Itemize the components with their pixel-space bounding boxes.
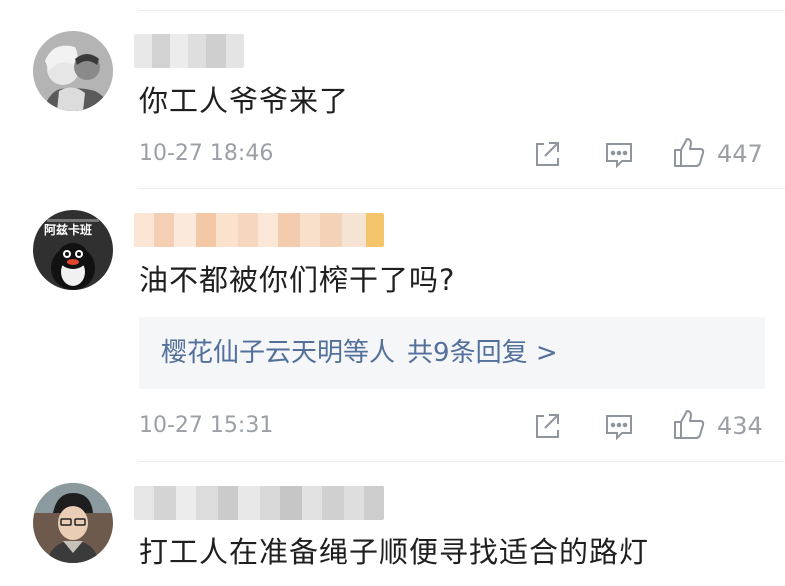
avatar-illustrated-man-icon <box>33 483 113 563</box>
comment-icon <box>606 415 632 441</box>
avatar-label: 阿兹卡班 <box>44 223 93 237</box>
avatar-penguin-icon <box>33 210 113 290</box>
comment-time: 10-27 15:31 <box>139 413 274 438</box>
comment-divider <box>138 461 785 462</box>
thumbs-up-icon <box>674 410 705 439</box>
reply-button[interactable] <box>601 408 637 444</box>
username-blurred[interactable] <box>134 34 244 68</box>
comment-text: 油不都被你们榨干了吗? <box>139 263 456 297</box>
share-icon <box>536 142 559 166</box>
user-avatar[interactable] <box>33 483 113 563</box>
avatar-couple-photo-icon <box>33 31 113 111</box>
reply-button[interactable] <box>601 136 637 172</box>
share-button[interactable] <box>529 408 565 444</box>
share-button[interactable] <box>529 136 565 172</box>
top-divider <box>138 10 785 11</box>
comment-text: 打工人在准备绳子顺便寻找适合的路灯 <box>139 535 650 569</box>
username-blurred[interactable] <box>134 213 384 247</box>
comment-divider <box>138 188 785 189</box>
reply-user-names[interactable]: 樱花仙子云天明 <box>139 338 343 368</box>
like-count: 447 <box>717 140 763 168</box>
like-count: 434 <box>717 412 763 440</box>
user-avatar[interactable] <box>33 31 113 111</box>
share-icon <box>536 414 559 438</box>
like-button[interactable] <box>671 407 707 443</box>
thumbs-up-icon <box>674 138 705 167</box>
like-button[interactable] <box>671 135 707 171</box>
comment-icon <box>606 143 632 169</box>
reply-names-suffix: 等人 <box>343 338 396 368</box>
reply-count-link[interactable]: 共9条回复 > <box>395 338 558 368</box>
username-blurred[interactable] <box>134 486 384 520</box>
comment-time: 10-27 18:46 <box>139 141 274 166</box>
replies-summary[interactable]: 樱花仙子云天明等人 共9条回复 > <box>139 317 765 389</box>
user-avatar[interactable] <box>33 210 113 290</box>
comment-text: 你工人爷爷来了 <box>139 84 350 118</box>
